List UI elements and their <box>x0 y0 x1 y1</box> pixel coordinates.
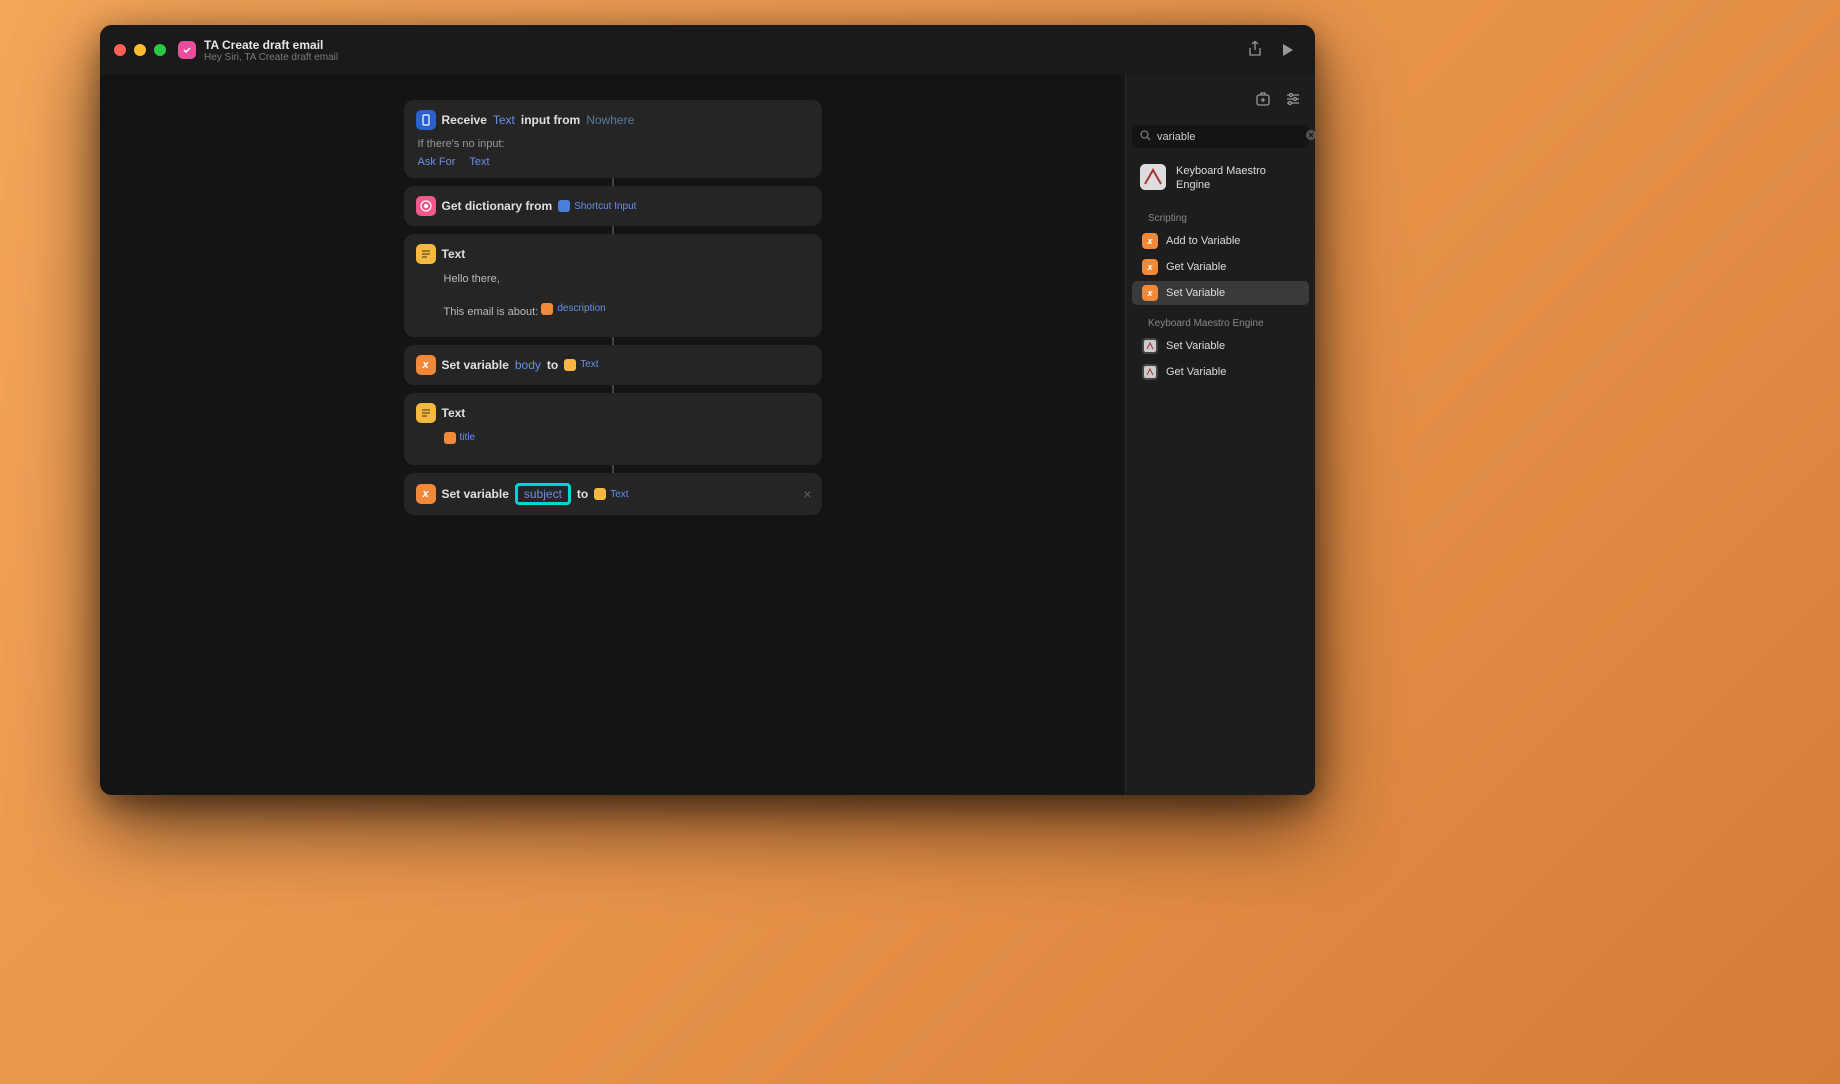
maximize-window-button[interactable] <box>154 44 166 56</box>
library-icon <box>1255 91 1271 107</box>
app-result[interactable]: Keyboard Maestro Engine <box>1126 158 1315 207</box>
connector <box>612 178 614 186</box>
settings-button[interactable] <box>1285 91 1301 110</box>
action-label: Get dictionary from <box>442 199 553 213</box>
action-item-label: Get Variable <box>1166 366 1226 378</box>
close-window-button[interactable] <box>114 44 126 56</box>
token-mini-icon <box>541 303 553 315</box>
text-target-token[interactable]: Text <box>564 359 598 371</box>
variable-icon: x <box>416 355 436 375</box>
receive-type-token[interactable]: Text <box>493 113 515 127</box>
action-text-1[interactable]: Text Hello there, This email is about: d… <box>404 234 822 337</box>
no-input-label: If there's no input: <box>418 138 810 150</box>
window-subtitle: Hey Siri, TA Create draft email <box>204 52 338 63</box>
action-label: Set variable <box>442 487 509 501</box>
title-token[interactable]: title <box>460 429 476 447</box>
action-set-variable-body[interactable]: x Set variable body to Text <box>404 345 822 385</box>
variable-icon: x <box>416 484 436 504</box>
sidebar-action-km-get-variable[interactable]: Get Variable <box>1132 360 1309 384</box>
variable-name-token[interactable]: body <box>515 358 541 372</box>
variable-name-token[interactable]: subject <box>524 487 562 501</box>
to-label: to <box>547 358 558 372</box>
text-icon <box>416 403 436 423</box>
km-icon <box>1142 338 1158 354</box>
titlebar: TA Create draft email Hey Siri, TA Creat… <box>100 25 1315 75</box>
search-input[interactable] <box>1157 131 1299 143</box>
delete-action-button[interactable]: × <box>803 486 811 502</box>
search-icon <box>1140 130 1151 144</box>
receive-icon <box>416 110 436 130</box>
sidebar-action-set-variable[interactable]: x Set Variable <box>1132 281 1309 305</box>
text-line: Hello there, <box>444 270 806 290</box>
connector <box>612 337 614 345</box>
variable-name-highlight[interactable]: subject <box>515 483 571 505</box>
variable-icon: x <box>1142 233 1158 249</box>
input-from-label: input from <box>521 113 580 127</box>
action-text-2[interactable]: Text title <box>404 393 822 466</box>
sidebar-action-get-variable[interactable]: x Get Variable <box>1132 255 1309 279</box>
ask-for-type-link[interactable]: Text <box>469 156 489 168</box>
text-content[interactable]: title <box>416 423 810 456</box>
share-button[interactable] <box>1247 41 1263 60</box>
sidebar-action-km-set-variable[interactable]: Set Variable <box>1132 334 1309 358</box>
app-result-name: Keyboard Maestro Engine <box>1176 164 1301 193</box>
sliders-icon <box>1285 91 1301 107</box>
keyboard-maestro-icon <box>1140 164 1166 190</box>
action-receive[interactable]: Receive Text input from Nowhere If there… <box>404 100 822 178</box>
shortcut-icon <box>178 41 196 59</box>
text-content[interactable]: Hello there, This email is about: descri… <box>416 264 810 327</box>
clear-search-button[interactable] <box>1305 129 1315 144</box>
search-field[interactable] <box>1132 125 1309 148</box>
action-label: Text <box>442 406 466 420</box>
connector <box>612 226 614 234</box>
shortcut-input-token[interactable]: Shortcut Input <box>558 200 636 212</box>
action-item-label: Set Variable <box>1166 287 1225 299</box>
window-controls <box>114 44 166 56</box>
connector <box>612 465 614 473</box>
play-icon <box>1283 44 1293 56</box>
connector <box>612 385 614 393</box>
action-get-dictionary[interactable]: Get dictionary from Shortcut Input <box>404 186 822 226</box>
to-label: to <box>577 487 588 501</box>
token-mini-icon <box>564 359 576 371</box>
actions-sidebar: Keyboard Maestro Engine Scripting x Add … <box>1125 75 1315 795</box>
token-mini-icon <box>594 488 606 500</box>
ask-for-link[interactable]: Ask For <box>418 156 456 168</box>
shortcuts-window: TA Create draft email Hey Siri, TA Creat… <box>100 25 1315 795</box>
category-header: Keyboard Maestro Engine <box>1126 312 1315 333</box>
action-item-label: Get Variable <box>1166 261 1226 273</box>
category-header: Scripting <box>1126 207 1315 228</box>
dictionary-icon <box>416 196 436 216</box>
action-item-label: Add to Variable <box>1166 235 1240 247</box>
text-icon <box>416 244 436 264</box>
action-item-label: Set Variable <box>1166 340 1225 352</box>
sidebar-action-add-to-variable[interactable]: x Add to Variable <box>1132 229 1309 253</box>
text-target-token[interactable]: Text <box>594 488 628 500</box>
action-label: Set variable <box>442 358 509 372</box>
token-mini-icon <box>444 432 456 444</box>
variable-icon: x <box>1142 285 1158 301</box>
text-line-prefix: This email is about: <box>444 306 539 318</box>
window-title: TA Create draft email <box>204 38 338 52</box>
receive-source-token[interactable]: Nowhere <box>586 113 634 127</box>
editor-canvas[interactable]: Receive Text input from Nowhere If there… <box>100 75 1125 795</box>
share-icon <box>1247 41 1263 57</box>
input-mini-icon <box>558 200 570 212</box>
library-button[interactable] <box>1255 91 1271 110</box>
km-icon <box>1142 364 1158 380</box>
action-set-variable-subject[interactable]: x Set variable subject to Text × <box>404 473 822 515</box>
description-token[interactable]: description <box>557 300 605 318</box>
variable-icon: x <box>1142 259 1158 275</box>
run-button[interactable] <box>1283 44 1293 56</box>
action-label: Receive <box>442 113 487 127</box>
minimize-window-button[interactable] <box>134 44 146 56</box>
action-label: Text <box>442 247 466 261</box>
